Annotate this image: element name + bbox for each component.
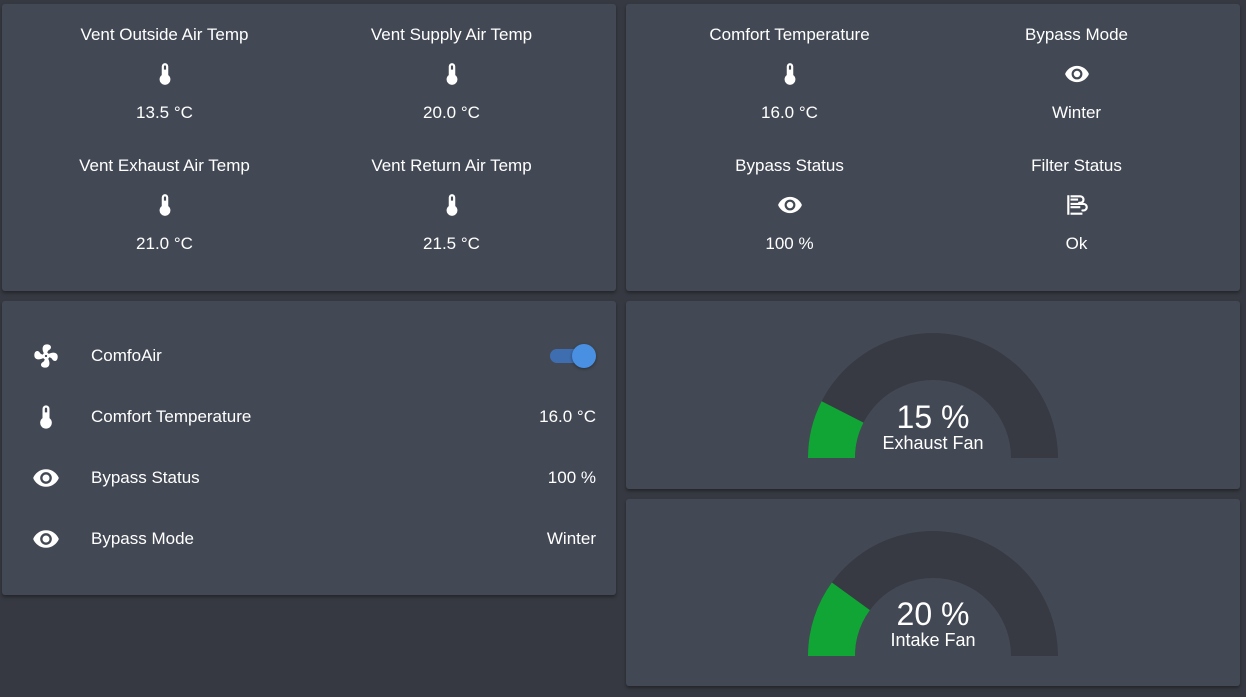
glance-state: 21.5 °C xyxy=(423,234,480,253)
glance-state: 100 % xyxy=(765,234,814,253)
gauge-value: 15 % xyxy=(896,399,970,435)
vent-temperatures-card: Vent Outside Air Temp 13.5 °C Vent Suppl… xyxy=(2,4,616,291)
thermometer-icon xyxy=(21,46,308,102)
glance-name: Comfort Temperature xyxy=(709,25,870,44)
toggle-thumb xyxy=(572,344,596,368)
entity-name[interactable]: ComfoAir xyxy=(91,346,550,366)
thermometer-icon xyxy=(31,402,61,432)
entity-name[interactable]: Comfort Temperature xyxy=(91,407,539,427)
entity-name[interactable]: Bypass Status xyxy=(91,468,548,488)
glance-filter-status[interactable]: Filter Status Ok xyxy=(933,155,1220,255)
glance-comfort-temperature[interactable]: Comfort Temperature 16.0 °C xyxy=(646,24,933,124)
intake-fan-gauge xyxy=(808,531,1058,656)
eye-icon xyxy=(31,524,61,554)
glance-vent-exhaust-air-temp[interactable]: Vent Exhaust Air Temp 21.0 °C xyxy=(21,155,308,255)
glance-bypass-mode[interactable]: Bypass Mode Winter xyxy=(933,24,1220,124)
eye-icon xyxy=(31,463,61,493)
thermometer-icon xyxy=(646,46,933,102)
glance-vent-outside-air-temp[interactable]: Vent Outside Air Temp 13.5 °C xyxy=(21,24,308,124)
glance-name: Vent Supply Air Temp xyxy=(370,25,533,44)
exhaust-fan-gauge-card[interactable]: 15 % Exhaust Fan xyxy=(626,301,1240,489)
gauge-name: Exhaust Fan xyxy=(882,433,984,453)
glance-bypass-status[interactable]: Bypass Status 100 % xyxy=(646,155,933,255)
glance-state: 13.5 °C xyxy=(136,103,193,122)
glance-name: Vent Outside Air Temp xyxy=(80,25,249,44)
glance-state: Winter xyxy=(1051,103,1102,122)
fan-icon xyxy=(31,341,61,371)
entity-state: 100 % xyxy=(547,468,596,487)
eye-icon xyxy=(646,177,933,233)
entity-row-comfort-temperature[interactable]: Comfort Temperature 16.0 °C xyxy=(2,397,616,437)
entity-row-comfoair[interactable]: ComfoAir xyxy=(2,336,616,376)
glance-name: Bypass Status xyxy=(735,156,844,175)
thermometer-icon xyxy=(308,46,595,102)
thermometer-icon xyxy=(308,177,595,233)
glance-name: Filter Status xyxy=(1031,156,1122,175)
glance-state: Ok xyxy=(1065,234,1088,253)
entity-row-bypass-status[interactable]: Bypass Status 100 % xyxy=(2,458,616,498)
ventilation-status-card: Comfort Temperature 16.0 °C Bypass Mode … xyxy=(626,4,1240,291)
comfoair-toggle[interactable] xyxy=(550,344,596,368)
glance-vent-return-air-temp[interactable]: Vent Return Air Temp 21.5 °C xyxy=(308,155,595,255)
entity-state: Winter xyxy=(546,529,596,548)
glance-vent-supply-air-temp[interactable]: Vent Supply Air Temp 20.0 °C xyxy=(308,24,595,124)
intake-fan-gauge-card[interactable]: 20 % Intake Fan xyxy=(626,499,1240,686)
glance-state: 20.0 °C xyxy=(423,103,480,122)
glance-state: 21.0 °C xyxy=(136,234,193,253)
glance-name: Vent Exhaust Air Temp xyxy=(79,156,250,175)
glance-name: Vent Return Air Temp xyxy=(371,156,532,175)
entity-row-bypass-mode[interactable]: Bypass Mode Winter xyxy=(2,519,616,559)
glance-name: Bypass Mode xyxy=(1025,25,1128,44)
thermometer-icon xyxy=(21,177,308,233)
entities-card: ComfoAir Comfort Temperature 16.0 °C Byp… xyxy=(2,301,616,595)
gauge-value: 20 % xyxy=(896,596,970,632)
entity-name[interactable]: Bypass Mode xyxy=(91,529,547,549)
entity-state: 16.0 °C xyxy=(539,407,596,426)
air-filter-icon xyxy=(933,177,1220,233)
gauge-name: Intake Fan xyxy=(890,630,976,650)
glance-state: 16.0 °C xyxy=(761,103,818,122)
eye-icon xyxy=(933,46,1220,102)
exhaust-fan-gauge xyxy=(808,333,1058,458)
